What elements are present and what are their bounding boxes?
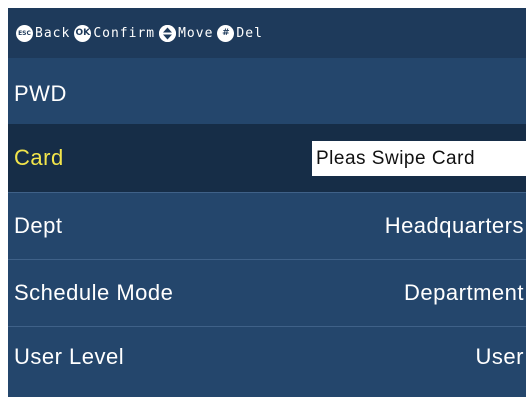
user-level-value: User bbox=[475, 343, 524, 369]
schedule-mode-value: Department bbox=[404, 280, 524, 305]
esc-key-icon: ESC bbox=[16, 24, 33, 42]
dept-label: Dept bbox=[14, 213, 63, 238]
card-label: Card bbox=[14, 145, 64, 170]
card-input[interactable]: Pleas Swipe Card bbox=[312, 141, 526, 176]
pwd-label: PWD bbox=[14, 80, 67, 106]
hint-move-label: Move bbox=[178, 25, 214, 41]
pwd-row[interactable]: PWD bbox=[8, 63, 526, 124]
hint-back-label: Back bbox=[35, 25, 71, 41]
device-screen: ESC Back OK Confirm Move # Del PWD Card … bbox=[8, 8, 526, 397]
dept-row[interactable]: Dept Headquarters bbox=[8, 192, 526, 259]
dept-value: Headquarters bbox=[384, 213, 524, 238]
hint-delete: # Del bbox=[217, 24, 263, 42]
schedule-mode-row[interactable]: Schedule Mode Department bbox=[8, 259, 526, 326]
hint-confirm: OK Confirm bbox=[74, 24, 156, 42]
user-level-row[interactable]: User Level User bbox=[8, 326, 526, 386]
user-level-label: User Level bbox=[14, 343, 125, 369]
hint-move: Move bbox=[159, 24, 214, 42]
ok-key-icon: OK bbox=[74, 24, 92, 42]
hint-back: ESC Back bbox=[16, 24, 71, 42]
card-row[interactable]: Card Pleas Swipe Card bbox=[8, 124, 526, 192]
hint-delete-label: Del bbox=[236, 25, 263, 41]
schedule-mode-label: Schedule Mode bbox=[14, 280, 174, 305]
up-down-icon bbox=[159, 24, 177, 42]
hash-key-icon: # bbox=[217, 24, 235, 42]
hint-confirm-label: Confirm bbox=[93, 25, 156, 41]
key-hint-bar: ESC Back OK Confirm Move # Del bbox=[8, 8, 526, 58]
